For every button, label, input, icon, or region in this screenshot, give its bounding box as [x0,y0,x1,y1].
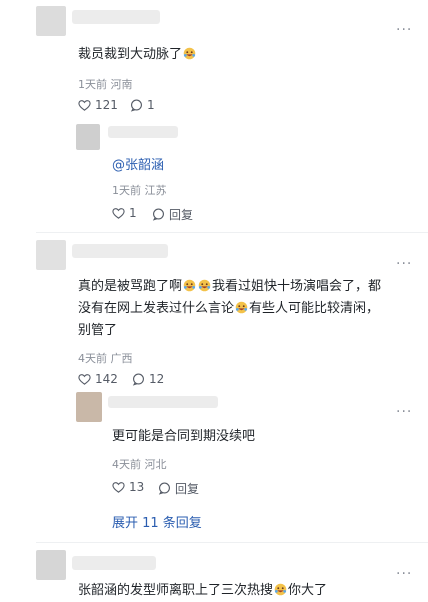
heart-icon [112,481,125,493]
reply-avatar[interactable] [76,124,100,150]
comment-text: 真的是被骂跑了啊 我看过姐快十场演唱会了，都 没有在网上发表过什么言论 有些人可能比… [78,279,382,338]
reply-reply-button[interactable]: 回复 [152,206,193,223]
comment-bubble-icon [130,99,142,112]
avatar[interactable] [36,550,66,580]
comment-meta: 1天前 河南 [78,78,133,91]
comment-text: 裁员裁到大动脉了 [78,44,197,66]
reply-avatar[interactable] [76,392,102,422]
avatar[interactable] [36,240,66,270]
reply-like-button[interactable]: 1 [112,206,137,220]
reply-meta: 4天前 河北 [112,458,167,471]
expand-replies-button[interactable]: 展开 11 条回复 [112,512,202,531]
laughing-crying-emoji [274,583,287,596]
heart-icon [78,99,91,111]
heart-icon [78,373,91,385]
more-options-icon[interactable]: ··· [396,566,412,582]
comment-bubble-icon [152,208,164,221]
more-options-icon[interactable]: ··· [396,22,412,38]
more-options-icon[interactable]: ··· [396,256,412,272]
username-blurred[interactable] [72,556,156,570]
like-button[interactable]: 142 [78,372,118,386]
reply-reply-button[interactable]: 回复 [158,480,199,497]
username-blurred[interactable] [72,10,160,24]
heart-icon [112,207,125,219]
avatar[interactable] [36,6,66,36]
reply-mention[interactable]: @张韶涵 [112,154,164,173]
reply-count-button[interactable]: 12 [132,372,164,386]
reply-count-button[interactable]: 1 [130,98,155,112]
comment-bubble-icon [158,482,170,495]
laughing-crying-emoji [183,47,196,60]
reply-like-button[interactable]: 13 [112,480,144,494]
reply-username-blurred[interactable] [108,126,178,138]
comment-meta: 4天前 广西 [78,352,133,365]
divider [36,232,428,233]
reply-username-blurred[interactable] [108,396,218,408]
laughing-crying-emoji [235,301,248,314]
like-button[interactable]: 121 [78,98,118,112]
comment-text: 张韶涵的发型师离职上了三次热搜 你大了 [78,583,328,598]
reply-text: 更可能是合同到期没续吧 [112,429,256,444]
more-options-icon[interactable]: ··· [396,404,412,420]
username-blurred[interactable] [72,244,168,258]
laughing-crying-emoji [183,279,196,292]
comment-bubble-icon [132,373,144,386]
reply-meta: 1天前 江苏 [112,184,167,197]
laughing-crying-emoji [198,279,211,292]
divider [36,542,428,543]
